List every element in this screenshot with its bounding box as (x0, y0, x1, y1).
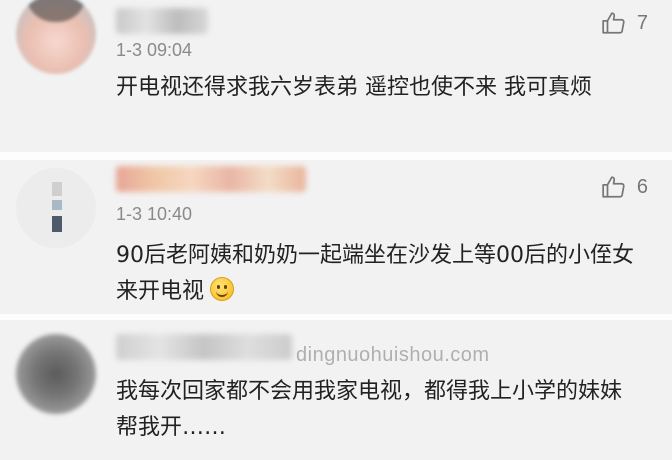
comment-item: 我每次回家都不会用我家电视，都得我上小学的妹妹帮我开…… (0, 320, 672, 460)
thumbs-up-icon (602, 12, 625, 34)
comment-time: 1-3 10:40 (116, 204, 193, 224)
like-button[interactable]: 7 (601, 10, 648, 36)
username-blurred[interactable] (116, 8, 208, 34)
watermark: dingnuohuishou.com (296, 344, 490, 366)
username-blurred[interactable] (116, 166, 306, 192)
comment-text: 我每次回家都不会用我家电视，都得我上小学的妹妹帮我开…… (116, 379, 623, 440)
avatar[interactable] (16, 0, 96, 74)
comment-time: 1-3 09:04 (116, 40, 193, 60)
comment-text-content: 90后老阿姨和奶奶一起端坐在沙发上等00后的小侄女来开电视 (116, 243, 634, 304)
comment-item: 1-3 09:04 7 开电视还得求我六岁表弟 遥控也使不来 我可真烦 (0, 0, 672, 152)
avatar[interactable] (16, 334, 96, 414)
comment-text: 90后老阿姨和奶奶一起端坐在沙发上等00后的小侄女来开电视 (116, 238, 636, 310)
avatar[interactable] (16, 168, 96, 248)
like-button[interactable]: 6 (601, 174, 648, 200)
comment-item: 1-3 10:40 6 90后老阿姨和奶奶一起端坐在沙发上等00后的小侄女来开电… (0, 160, 672, 314)
like-count: 7 (636, 11, 648, 34)
username-blurred[interactable] (116, 334, 292, 360)
smile-emoji-icon (210, 277, 235, 301)
thumbs-up-icon (602, 176, 625, 198)
comment-text: 开电视还得求我六岁表弟 遥控也使不来 我可真烦 (116, 75, 592, 100)
like-count: 6 (636, 175, 648, 198)
divider (0, 152, 672, 160)
